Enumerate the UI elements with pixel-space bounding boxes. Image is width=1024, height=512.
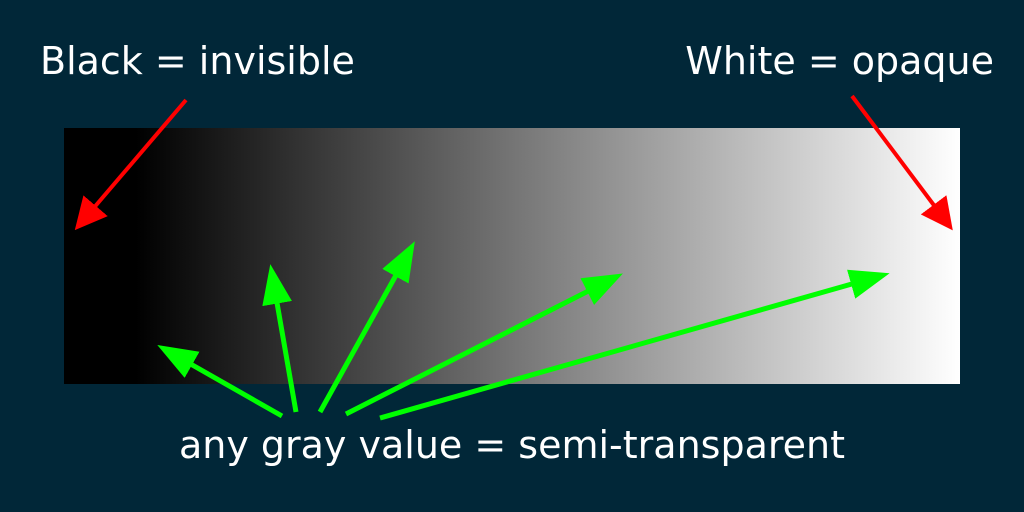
red-arrow-black [74, 98, 188, 231]
red-arrow-white [850, 94, 953, 231]
green-arrow-5 [379, 269, 890, 421]
green-arrow-2 [262, 264, 299, 413]
green-arrow-1 [157, 345, 284, 419]
arrows-layer [74, 94, 953, 421]
green-arrow-4 [344, 273, 623, 417]
